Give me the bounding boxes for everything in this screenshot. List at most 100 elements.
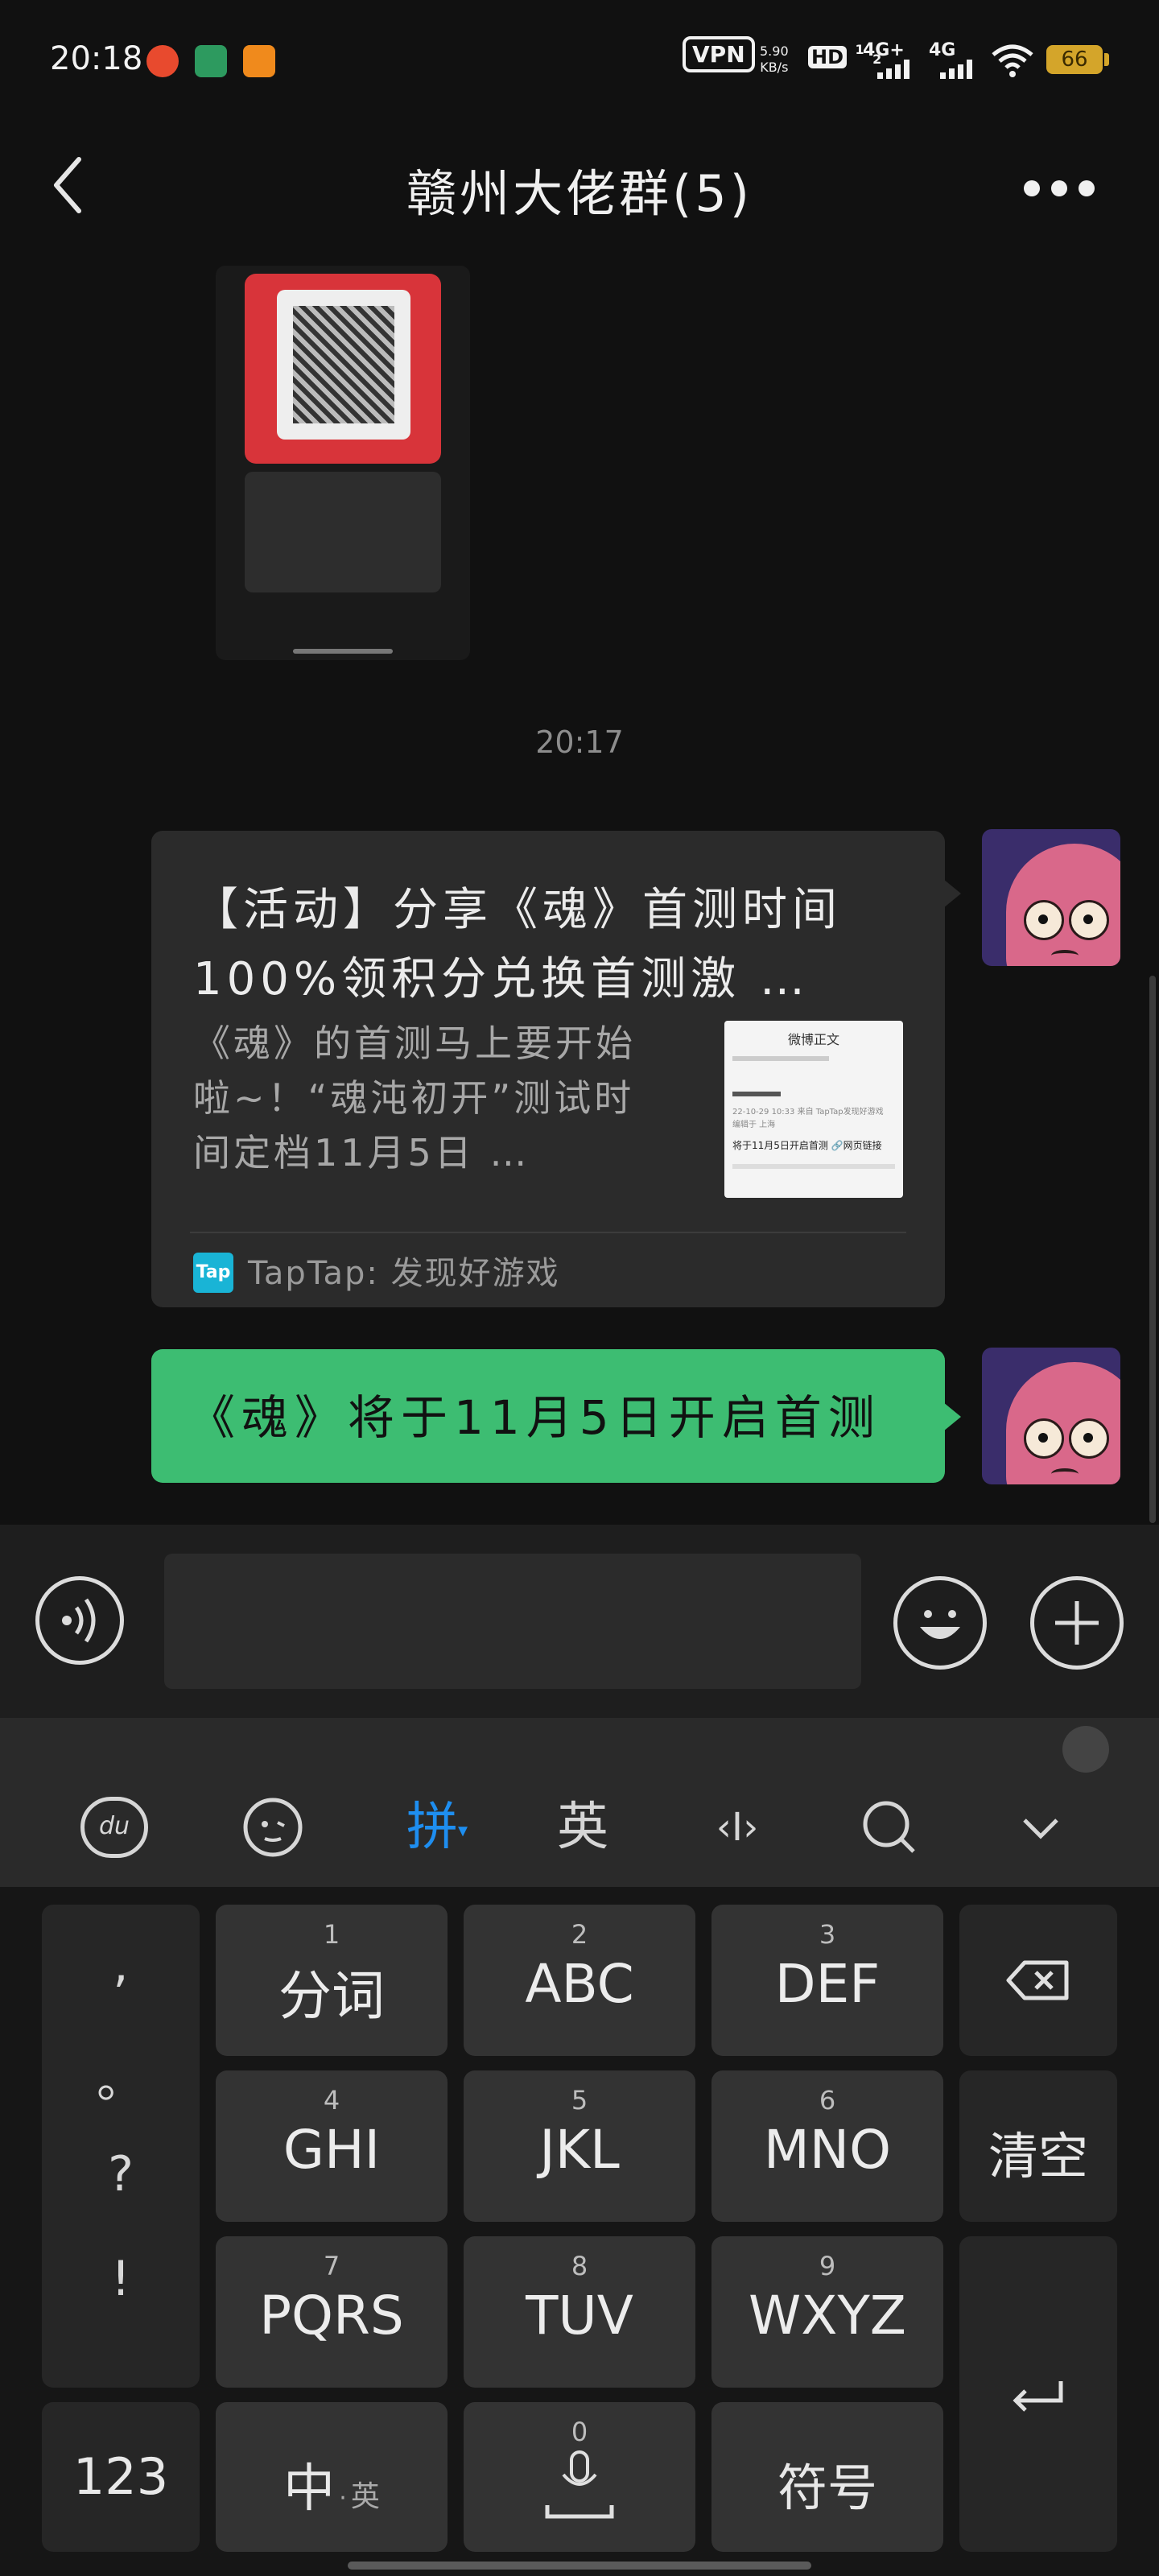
thumbnail-divider bbox=[732, 1164, 895, 1169]
numbers-key[interactable]: 123 bbox=[42, 2402, 200, 2552]
punct-key-exclaim[interactable]: ! bbox=[42, 2251, 200, 2307]
symbols-label: 符号 bbox=[777, 2458, 877, 2517]
voice-button[interactable] bbox=[35, 1576, 124, 1665]
microphone-icon bbox=[545, 2450, 614, 2519]
du-logo-button[interactable]: du bbox=[77, 1779, 155, 1876]
message-text: 《魂》将于11月5日开启首测 bbox=[188, 1390, 881, 1445]
image-message[interactable] bbox=[216, 266, 470, 660]
qr-code-image bbox=[277, 290, 410, 440]
home-indicator[interactable] bbox=[348, 2562, 811, 2570]
chevron-down-icon bbox=[1023, 1818, 1058, 1839]
key-8[interactable]: 8 TUV bbox=[464, 2236, 695, 2388]
punct-key-period[interactable]: 。 bbox=[42, 2041, 200, 2112]
avatar[interactable] bbox=[982, 1348, 1120, 1484]
key-5[interactable]: 5 JKL bbox=[464, 2070, 695, 2222]
signal-2-label: 4G bbox=[929, 40, 956, 60]
card-title: 【活动】分享《魂》首测时间100%领积分兑换首测激 … bbox=[193, 884, 842, 1005]
english-mode-button[interactable]: 英 bbox=[544, 1779, 621, 1876]
symbols-key[interactable]: 符号 bbox=[711, 2402, 943, 2552]
signal-icon bbox=[877, 60, 918, 79]
voice-icon bbox=[62, 1598, 96, 1643]
net-speed-value: 5.90 bbox=[760, 43, 789, 59]
key-num: 7 bbox=[323, 2251, 340, 2281]
emoji-button[interactable] bbox=[893, 1576, 987, 1670]
space-key[interactable]: 0 bbox=[464, 2402, 695, 2552]
bubble-tail bbox=[943, 1402, 961, 1431]
enter-key[interactable] bbox=[959, 2236, 1117, 2552]
key-3[interactable]: 3 DEF bbox=[711, 1905, 943, 2056]
signal-2-icon bbox=[940, 60, 980, 79]
punct-key-question[interactable]: ? bbox=[42, 2146, 200, 2202]
app-weibo-icon bbox=[243, 45, 275, 77]
key-label: GHI bbox=[283, 2119, 381, 2181]
key-num: 5 bbox=[571, 2085, 588, 2116]
emoticon-icon bbox=[243, 1798, 303, 1857]
image-footer bbox=[245, 472, 441, 592]
vpn-badge: VPN bbox=[683, 36, 755, 72]
chevron-left-icon[interactable] bbox=[45, 153, 93, 217]
status-time: 20:18 bbox=[50, 40, 143, 77]
timestamp: 20:17 bbox=[535, 724, 624, 760]
punct-key-comma[interactable]: , bbox=[42, 1937, 200, 1993]
taptap-icon: Tap bbox=[193, 1253, 233, 1293]
status-bar: 20:18 VPN 5.90 KB/s HD 1 2 4G+ 4G 66 bbox=[0, 0, 1159, 121]
plus-button[interactable] bbox=[1030, 1576, 1124, 1670]
share-card[interactable]: 【活动】分享《魂》首测时间100%领积分兑换首测激 … 《魂》的首测马上要开始啦… bbox=[151, 831, 945, 1307]
app-green-icon bbox=[195, 45, 227, 77]
image-home-bar bbox=[293, 649, 393, 654]
key-num: 0 bbox=[571, 2417, 588, 2447]
collapse-keyboard-button[interactable] bbox=[1006, 1779, 1075, 1876]
key-6[interactable]: 6 MNO bbox=[711, 2070, 943, 2222]
du-logo-icon: du bbox=[80, 1797, 148, 1858]
thumbnail-line bbox=[732, 1056, 829, 1061]
lang-sub: 英 bbox=[350, 2480, 380, 2513]
key-2[interactable]: 2 ABC bbox=[464, 1905, 695, 2056]
card-divider bbox=[190, 1232, 906, 1233]
key-num: 6 bbox=[819, 2085, 836, 2116]
avatar[interactable] bbox=[982, 829, 1120, 966]
key-num: 1 bbox=[323, 1919, 340, 1950]
thumbnail-text: 将于11月5日开启首测 🔗网页链接 bbox=[732, 1140, 882, 1151]
text-message[interactable]: 《魂》将于11月5日开启首测 bbox=[151, 1349, 945, 1483]
thumbnail-meta: 22-10-29 10:33 来自 TapTap发现好游戏 bbox=[732, 1108, 884, 1117]
keyboard-lock-icon[interactable] bbox=[1062, 1726, 1109, 1773]
lang-sep: · bbox=[339, 2484, 347, 2512]
pinyin-mode-button[interactable]: 拼▾ bbox=[393, 1779, 481, 1876]
lang-switch-key[interactable]: 中 · 英 bbox=[216, 2402, 448, 2552]
key-num: 2 bbox=[571, 1919, 588, 1950]
backspace-key[interactable] bbox=[959, 1905, 1117, 2056]
lang-main: 中 bbox=[283, 2459, 336, 2519]
search-button[interactable] bbox=[855, 1779, 924, 1876]
net-speed: 5.90 KB/s bbox=[760, 43, 789, 76]
key-7[interactable]: 7 PQRS bbox=[216, 2236, 448, 2388]
chat-scrollbar[interactable] bbox=[1149, 976, 1156, 1523]
dropdown-arrow-icon: ▾ bbox=[457, 1818, 468, 1842]
chat-title: 赣州大佬群(5) bbox=[406, 164, 753, 223]
numbers-label: 123 bbox=[72, 2447, 169, 2506]
lang-switch-label: 中 · 英 bbox=[216, 2447, 448, 2521]
hd-badge: HD bbox=[808, 46, 848, 68]
pinyin-label: 拼 bbox=[406, 1798, 458, 1857]
cursor-button[interactable]: ‹I› bbox=[699, 1779, 776, 1876]
key-num: 8 bbox=[571, 2251, 588, 2281]
punctuation-column: , 。 ? ! bbox=[42, 1905, 200, 2388]
plus-icon bbox=[1055, 1601, 1099, 1645]
signal-1-label: 4G+ bbox=[863, 40, 905, 60]
card-thumbnail: 微博正文 22-10-29 10:33 来自 TapTap发现好游戏 编辑于 上… bbox=[724, 1021, 903, 1198]
key-label: MNO bbox=[763, 2119, 892, 2181]
key-label: DEF bbox=[774, 1953, 881, 2015]
key-4[interactable]: 4 GHI bbox=[216, 2070, 448, 2222]
message-input[interactable] bbox=[164, 1554, 861, 1689]
more-dots-icon[interactable] bbox=[1024, 180, 1096, 196]
emoji-icon bbox=[920, 1610, 960, 1639]
battery-cap bbox=[1104, 53, 1109, 66]
emoticon-button[interactable] bbox=[238, 1779, 307, 1876]
key-label: JKL bbox=[539, 2119, 620, 2181]
search-icon bbox=[863, 1801, 915, 1853]
key-1[interactable]: 1 分词 bbox=[216, 1905, 448, 2056]
app-orange-icon bbox=[146, 45, 179, 77]
backspace-icon bbox=[1006, 1960, 1069, 2000]
key-9[interactable]: 9 WXYZ bbox=[711, 2236, 943, 2388]
card-source: TapTap: 发现好游戏 bbox=[248, 1255, 560, 1292]
clear-key[interactable]: 清空 bbox=[959, 2070, 1117, 2222]
